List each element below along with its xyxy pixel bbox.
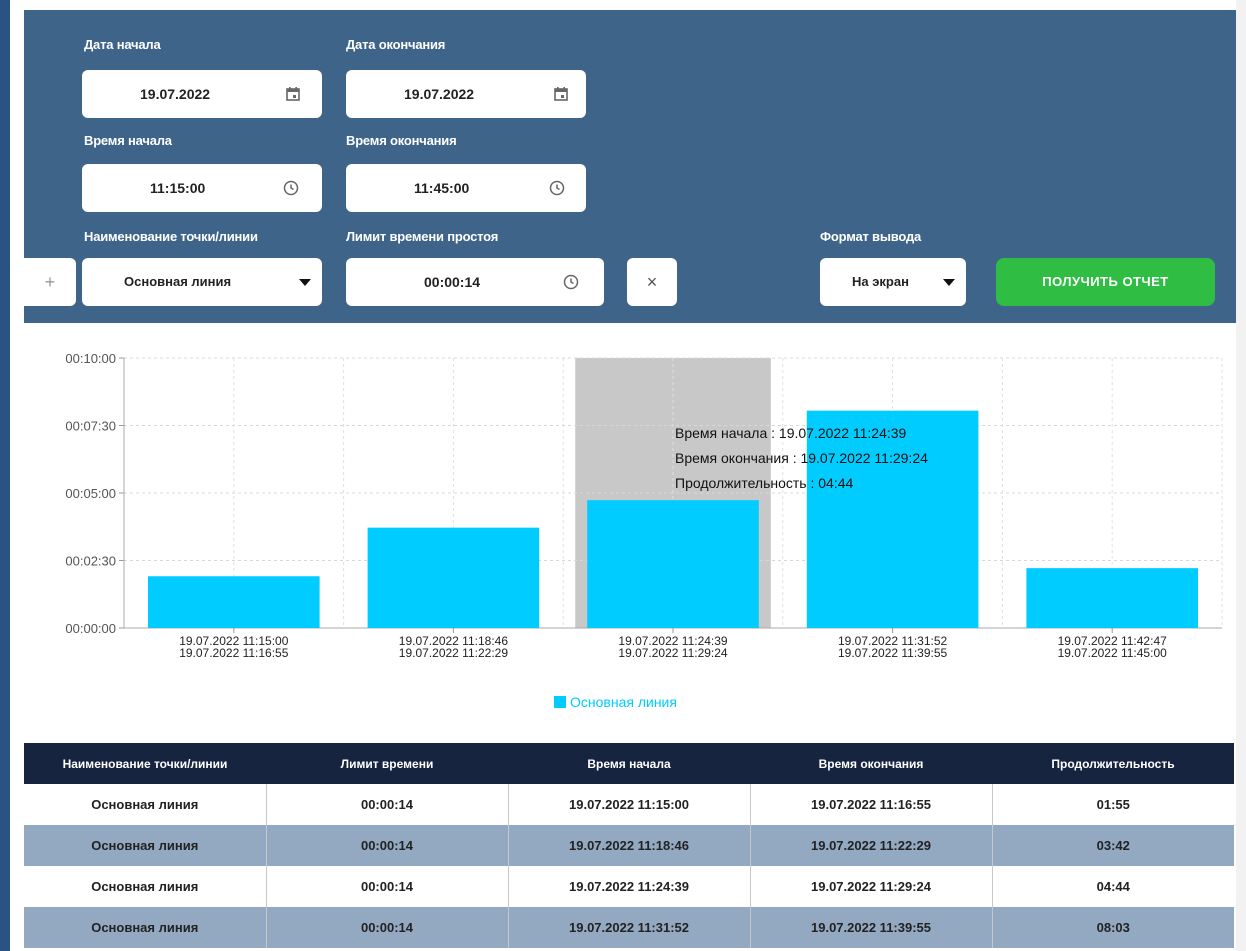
add-point-button[interactable]: + xyxy=(24,258,76,306)
bar xyxy=(806,410,979,628)
y-tick-label: 00:02:30 xyxy=(65,554,116,569)
x-tick-label-end: 19.07.2022 11:39:55 xyxy=(838,646,948,660)
x-tick-label-end: 19.07.2022 11:16:55 xyxy=(179,646,289,660)
y-tick-label: 00:00:00 xyxy=(65,621,116,636)
table-cell: 19.07.2022 11:31:52 xyxy=(508,907,751,948)
end-date-field[interactable]: 19.07.2022 xyxy=(346,70,586,118)
point-select-value: Основная линия xyxy=(124,274,232,289)
bar xyxy=(148,576,320,628)
left-edge-strip xyxy=(0,0,10,951)
idle-limit-value: 00:00:14 xyxy=(424,274,481,290)
table-row: Основная линия 00:00:14 19.07.2022 11:31… xyxy=(24,907,1234,948)
tooltip-line: Продолжительность : 04:44 xyxy=(675,475,854,491)
clock-icon[interactable] xyxy=(548,179,566,197)
start-time-field[interactable]: 11:15:00 xyxy=(82,164,322,212)
idle-chart: 00:00:00 00:02:30 00:05:00 00:07:30 00:10:00… xyxy=(24,323,1246,743)
table-cell: 19.07.2022 11:16:55 xyxy=(750,784,993,825)
table-cell: Основная линия xyxy=(24,866,267,907)
table-cell: 19.07.2022 11:39:55 xyxy=(750,907,993,948)
legend-swatch xyxy=(554,696,566,708)
bar xyxy=(1026,568,1198,628)
start-time-label: Время начала xyxy=(84,133,172,148)
end-time-field[interactable]: 11:45:00 xyxy=(346,164,586,212)
idle-limit-label: Лимит времени простоя xyxy=(346,229,499,244)
output-format-value: На экран xyxy=(852,274,909,289)
table-cell: 08:03 xyxy=(992,907,1234,948)
idle-chart-svg: 00:00:00 00:02:30 00:05:00 00:07:30 00:10:00… xyxy=(65,351,1223,710)
bar xyxy=(367,527,540,628)
tooltip-line: Время окончания : 19.07.2022 11:29:24 xyxy=(675,450,928,466)
table-cell: 19.07.2022 11:18:46 xyxy=(508,825,751,866)
end-date-value: 19.07.2022 xyxy=(404,86,475,102)
column-header: Время окончания xyxy=(750,743,992,784)
table-cell: 19.07.2022 11:29:24 xyxy=(750,866,993,907)
report-page: Дата начала Дата окончания Время начала … xyxy=(0,0,1246,951)
start-time-value: 11:15:00 xyxy=(150,180,206,196)
table-row: Основная линия 00:00:14 19.07.2022 11:15… xyxy=(24,784,1234,825)
tooltip-line: Время начала : 19.07.2022 11:24:39 xyxy=(675,425,907,441)
caret-down-icon[interactable] xyxy=(296,273,314,291)
column-header: Лимит времени xyxy=(266,743,508,784)
start-date-label: Дата начала xyxy=(84,37,161,52)
calendar-icon[interactable] xyxy=(552,85,570,103)
table-row: Основная линия 00:00:14 19.07.2022 11:24… xyxy=(24,866,1234,907)
table-cell: 19.07.2022 11:24:39 xyxy=(508,866,751,907)
column-header: Время начала xyxy=(508,743,750,784)
idle-limit-field[interactable]: 00:00:14 xyxy=(346,258,604,306)
column-header: Наименование точки/линии xyxy=(24,743,266,784)
start-date-field[interactable]: 19.07.2022 xyxy=(82,70,322,118)
column-header: Продолжительность xyxy=(992,743,1234,784)
x-tick-label-end: 19.07.2022 11:29:24 xyxy=(618,646,728,660)
table-cell: Основная линия xyxy=(24,907,267,948)
table-cell: 19.07.2022 11:15:00 xyxy=(508,784,751,825)
clock-icon[interactable] xyxy=(282,179,300,197)
point-label: Наименование точки/линии xyxy=(84,229,258,244)
clock-icon[interactable] xyxy=(562,273,580,291)
table-cell: 03:42 xyxy=(992,825,1234,866)
table-cell: 00:00:14 xyxy=(266,907,509,948)
x-tick-label-end: 19.07.2022 11:45:00 xyxy=(1058,646,1168,660)
table-cell: Основная линия xyxy=(24,784,267,825)
end-time-label: Время окончания xyxy=(346,133,457,148)
legend-label: Основная линия xyxy=(570,694,677,710)
table-cell: 00:00:14 xyxy=(266,825,509,866)
x-tick-label-end: 19.07.2022 11:22:29 xyxy=(399,646,509,660)
point-select[interactable]: Основная линия xyxy=(82,258,322,306)
caret-down-icon[interactable] xyxy=(940,273,958,291)
report-table-wrap: Наименование точки/линии Лимит времени В… xyxy=(24,743,1246,951)
table-cell: 00:00:14 xyxy=(266,784,509,825)
y-tick-label: 00:07:30 xyxy=(65,419,116,434)
output-format-label: Формат вывода xyxy=(820,229,922,244)
bar xyxy=(587,500,759,628)
table-cell: 04:44 xyxy=(992,866,1234,907)
start-date-value: 19.07.2022 xyxy=(140,86,211,102)
y-tick-label: 00:10:00 xyxy=(65,351,116,366)
table-row: Основная линия 00:00:14 19.07.2022 11:18… xyxy=(24,825,1234,866)
get-report-button[interactable]: ПОЛУЧИТЬ ОТЧЕТ xyxy=(996,258,1215,306)
table-cell: 00:00:14 xyxy=(266,866,509,907)
report-table: Наименование точки/линии Лимит времени В… xyxy=(24,743,1234,948)
clear-idle-limit-button[interactable]: × xyxy=(627,258,677,306)
y-tick-label: 00:05:00 xyxy=(65,486,116,501)
table-header-row: Наименование точки/линии Лимит времени В… xyxy=(24,743,1234,784)
calendar-icon[interactable] xyxy=(284,85,302,103)
table-cell: Основная линия xyxy=(24,825,267,866)
output-format-select[interactable]: На экран xyxy=(820,258,966,306)
end-time-value: 11:45:00 xyxy=(414,180,470,196)
right-edge-shadow xyxy=(1236,0,1246,951)
end-date-label: Дата окончания xyxy=(346,37,446,52)
table-cell: 19.07.2022 11:22:29 xyxy=(750,825,993,866)
table-cell: 01:55 xyxy=(992,784,1234,825)
